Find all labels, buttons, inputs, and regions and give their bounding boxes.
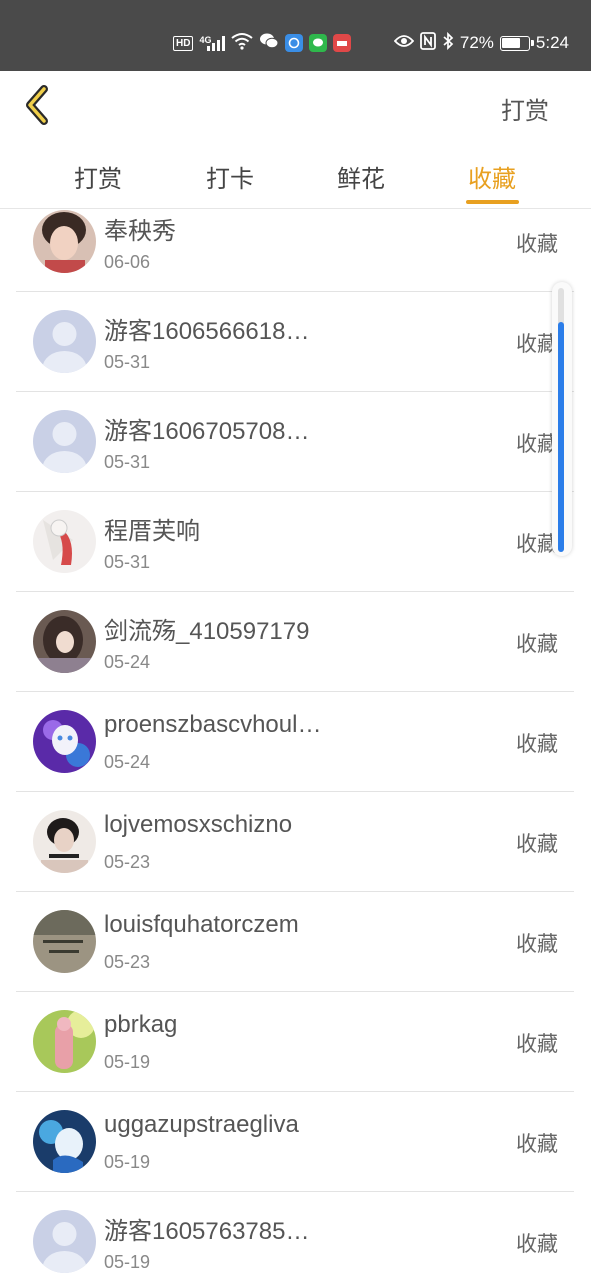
- active-tab-indicator: [466, 200, 519, 204]
- date: 05-19: [104, 1052, 151, 1072]
- list-item[interactable]: uggazupstraegliva 05-19 收藏: [16, 1092, 574, 1192]
- user-name: 剑流殇_410597179: [104, 618, 310, 645]
- avatar[interactable]: [33, 210, 96, 273]
- date: 05-24: [104, 652, 151, 672]
- tab-flowers[interactable]: 鲜花: [321, 159, 401, 194]
- action-label: 收藏: [516, 733, 558, 756]
- status-icons-right: 72% 5:24: [393, 30, 569, 56]
- chevron-left-icon: [20, 85, 60, 131]
- nfc-icon: [419, 31, 436, 55]
- avatar[interactable]: [33, 510, 96, 573]
- hd-badge: HD: [173, 35, 194, 51]
- list-item[interactable]: 游客1605763785… 05-19 收藏: [16, 1192, 574, 1280]
- clock: 5:24: [535, 33, 569, 52]
- user-name: lojvemosxschizno: [104, 811, 293, 838]
- avatar[interactable]: [33, 710, 96, 773]
- action-label: 收藏: [516, 933, 558, 956]
- favorites-list: 奉秧秀 06-06 收藏 游客1606566618… 05-31 收藏 游客16…: [0, 210, 591, 1280]
- avatar[interactable]: [33, 610, 96, 673]
- shop-icon: [333, 34, 352, 52]
- user-name: uggazupstraegliva: [104, 1111, 299, 1138]
- battery-percent: 72%: [459, 33, 494, 52]
- avatar[interactable]: [33, 1010, 96, 1073]
- date: 05-19: [104, 1152, 151, 1172]
- list-item[interactable]: louisfquhatorczem 05-23 收藏: [16, 892, 574, 992]
- action-label: 收藏: [516, 633, 558, 656]
- status-bar: HD 4G 72% 5:24: [0, 0, 591, 71]
- date: 05-24: [104, 752, 151, 772]
- list-item[interactable]: 奉秧秀 06-06 收藏: [16, 210, 574, 292]
- eye-icon: [393, 33, 415, 53]
- list-item[interactable]: 游客1606566618… 05-31 收藏: [16, 292, 574, 392]
- list-item[interactable]: 游客1606705708… 05-31 收藏: [16, 392, 574, 492]
- tab-checkin[interactable]: 打卡: [190, 159, 270, 194]
- action-label: 收藏: [516, 1233, 558, 1256]
- date: 05-23: [104, 852, 151, 872]
- back-button[interactable]: [20, 83, 60, 127]
- date: 05-31: [104, 452, 151, 472]
- avatar[interactable]: [33, 910, 96, 973]
- avatar[interactable]: [33, 310, 96, 373]
- user-name: louisfquhatorczem: [104, 911, 299, 938]
- list-item[interactable]: 剑流殇_410597179 05-24 收藏: [16, 592, 574, 692]
- tab-favorites[interactable]: 收藏: [452, 159, 532, 194]
- network-type: 4G: [199, 35, 212, 45]
- avatar[interactable]: [33, 1110, 96, 1173]
- list-item[interactable]: proenszbascvhoul… 05-24 收藏: [16, 692, 574, 792]
- signal-icon: 4G: [199, 35, 226, 51]
- date: 06-06: [104, 252, 151, 272]
- action-label: 收藏: [516, 833, 558, 856]
- app-icon: [285, 34, 304, 52]
- line-icon: [309, 34, 328, 52]
- action-label: 收藏: [516, 1133, 558, 1156]
- status-icons-left: HD 4G: [173, 30, 352, 56]
- user-name: pbrkag: [104, 1011, 178, 1038]
- bluetooth-icon: [442, 31, 454, 55]
- action-label: 收藏: [516, 233, 558, 256]
- header: 打赏: [0, 71, 591, 141]
- list-item[interactable]: pbrkag 05-19 收藏: [16, 992, 574, 1092]
- date: 05-23: [104, 952, 151, 972]
- action-label: 收藏: [516, 1033, 558, 1056]
- scroll-thumb[interactable]: [558, 322, 564, 552]
- user-name: 奉秧秀: [104, 218, 176, 245]
- scrollbar[interactable]: [552, 282, 572, 556]
- user-name: 程厝芙响: [104, 518, 200, 545]
- wechat-icon: [259, 32, 279, 55]
- date: 05-31: [104, 552, 151, 572]
- avatar[interactable]: [33, 810, 96, 873]
- avatar[interactable]: [33, 410, 96, 473]
- user-name: 游客1606566618…: [104, 318, 310, 345]
- user-name: 游客1605763785…: [104, 1218, 310, 1245]
- date: 05-31: [104, 352, 151, 372]
- wifi-icon: [231, 32, 254, 55]
- battery-icon: [499, 35, 534, 51]
- date: 05-19: [104, 1252, 151, 1272]
- user-name: proenszbascvhoul…: [104, 711, 322, 738]
- list-item[interactable]: 程厝芙响 05-31 收藏: [16, 492, 574, 592]
- avatar[interactable]: [33, 1210, 96, 1273]
- list-item[interactable]: lojvemosxschizno 05-23 收藏: [16, 792, 574, 892]
- user-name: 游客1606705708…: [104, 418, 310, 445]
- tab-bar: 打赏 打卡 鲜花 收藏: [0, 141, 591, 209]
- tab-reward[interactable]: 打赏: [58, 159, 138, 194]
- reward-button[interactable]: 打赏: [501, 91, 549, 126]
